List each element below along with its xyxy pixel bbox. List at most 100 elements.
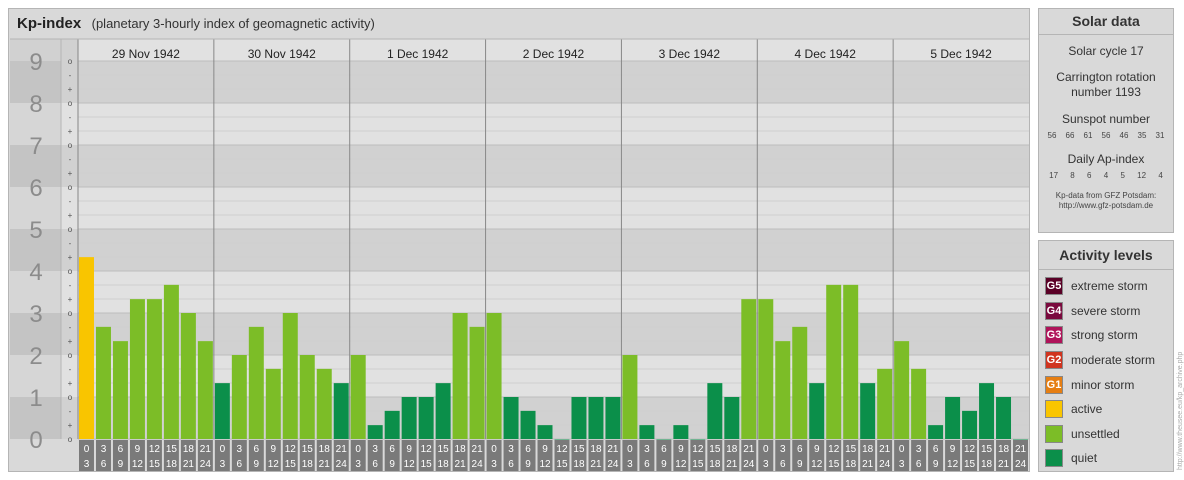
kp-bar [435,383,451,439]
interval-start-label: 12 [149,444,161,455]
sunspot-value: 46 [1119,131,1129,140]
interval-end-label: 24 [472,459,484,470]
interval-end-label: 9 [254,459,260,470]
activity-levels-title: Activity levels [1039,241,1173,270]
interval-start-label: 0 [491,444,497,455]
kp-bar [622,355,638,439]
interval-start-label: 15 [981,444,993,455]
kp-bar [231,355,247,439]
y-tick-label: 4 [29,259,42,286]
interval-start-label: 15 [573,444,585,455]
interval-end-label: 9 [797,459,803,470]
interval-end-label: 21 [862,459,874,470]
level-active: active [1039,397,1173,422]
minor-tick-label: o [68,351,73,360]
kp-bar [741,299,757,439]
interval-start-label: 0 [220,444,226,455]
interval-end-label: 24 [607,459,619,470]
kp-bar [554,439,570,440]
kp-bar [503,397,519,439]
interval-start-label: 18 [590,444,602,455]
kp-bar [384,410,400,439]
interval-end-label: 3 [627,459,633,470]
interval-end-label: 9 [661,459,667,470]
interval-end-label: 12 [675,459,687,470]
minor-band [61,61,78,103]
kp-bar [690,439,706,440]
interval-start-label: 18 [319,444,331,455]
chart-subtitle: (planetary 3-hourly index of geomagnetic… [91,16,375,31]
interval-start-label: 3 [780,444,786,455]
interval-start-label: 12 [692,444,704,455]
minor-tick-label: - [69,407,72,416]
interval-end-label: 18 [166,459,178,470]
interval-end-label: 21 [998,459,1010,470]
interval-start-label: 0 [627,444,633,455]
minor-tick-label: o [68,267,73,276]
level-g1: G1 minor storm [1039,372,1173,397]
level-band [78,229,1029,271]
sunspot-value: 66 [1065,131,1075,140]
kp-bar [979,383,995,439]
day-label: 1 Dec 1942 [387,47,449,61]
level-g5: G5 extreme storm [1039,274,1173,299]
interval-end-label: 6 [237,459,243,470]
interval-end-label: 15 [556,459,568,470]
interval-start-label: 12 [421,444,433,455]
y-tick-label: 3 [29,301,42,328]
minor-band [61,103,78,145]
interval-end-label: 12 [268,459,280,470]
kp-bar [724,397,740,439]
interval-start-label: 21 [743,444,755,455]
interval-end-label: 9 [118,459,124,470]
g1-badge-icon: G1 [1045,375,1063,394]
kp-bar [316,368,332,439]
kp-bar [843,284,859,439]
ap-value: 8 [1070,171,1075,180]
level-label: extreme storm [1071,279,1148,294]
y-tick-label: 6 [29,175,42,202]
interval-start-label: 3 [237,444,243,455]
kp-bar [639,425,655,439]
kp-bar [877,368,893,439]
interval-end-label: 24 [336,459,348,470]
kp-bar [486,313,502,439]
kp-chart: 0123456789o+o+-o+-o+-o+-o+-o+-o+-o+-o-29… [10,38,1029,471]
y-tick-label: 8 [29,91,42,118]
interval-start-label: 9 [271,444,277,455]
interval-start-label: 9 [814,444,820,455]
g3-badge-icon: G3 [1045,326,1063,345]
interval-end-label: 18 [981,459,993,470]
ap-value: 6 [1087,171,1092,180]
g2-badge-icon: G2 [1045,351,1063,370]
interval-end-label: 15 [149,459,161,470]
kp-bar [299,355,315,439]
day-label: 4 Dec 1942 [795,47,857,61]
day-label: 29 Nov 1942 [112,47,180,61]
credit-link[interactable]: http://www.gfz-potsdam.de [1039,201,1173,211]
level-band [78,103,1029,145]
sunspot-value: 61 [1083,131,1093,140]
kp-bar [112,341,128,439]
interval-end-label: 18 [438,459,450,470]
interval-end-label: 18 [302,459,314,470]
day-label: 2 Dec 1942 [523,47,585,61]
ap-value: 4 [1103,171,1109,180]
watermark: http://www.theusee.eu/kp_archive.php [1176,250,1184,470]
kp-bar [418,397,434,439]
interval-end-label: 3 [899,459,905,470]
interval-end-label: 24 [1015,459,1027,470]
kp-bar [928,425,944,439]
level-label: quiet [1071,451,1098,466]
minor-tick-label: - [69,197,72,206]
interval-end-label: 21 [183,459,195,470]
interval-start-label: 6 [389,444,395,455]
kp-bar [673,425,689,439]
y-tick-label: 7 [29,133,42,160]
interval-start-label: 9 [406,444,412,455]
active-swatch-icon [1045,400,1063,419]
level-band [78,187,1029,229]
kp-bar [452,313,468,439]
interval-start-label: 21 [1015,444,1027,455]
level-quiet: quiet [1039,446,1173,471]
